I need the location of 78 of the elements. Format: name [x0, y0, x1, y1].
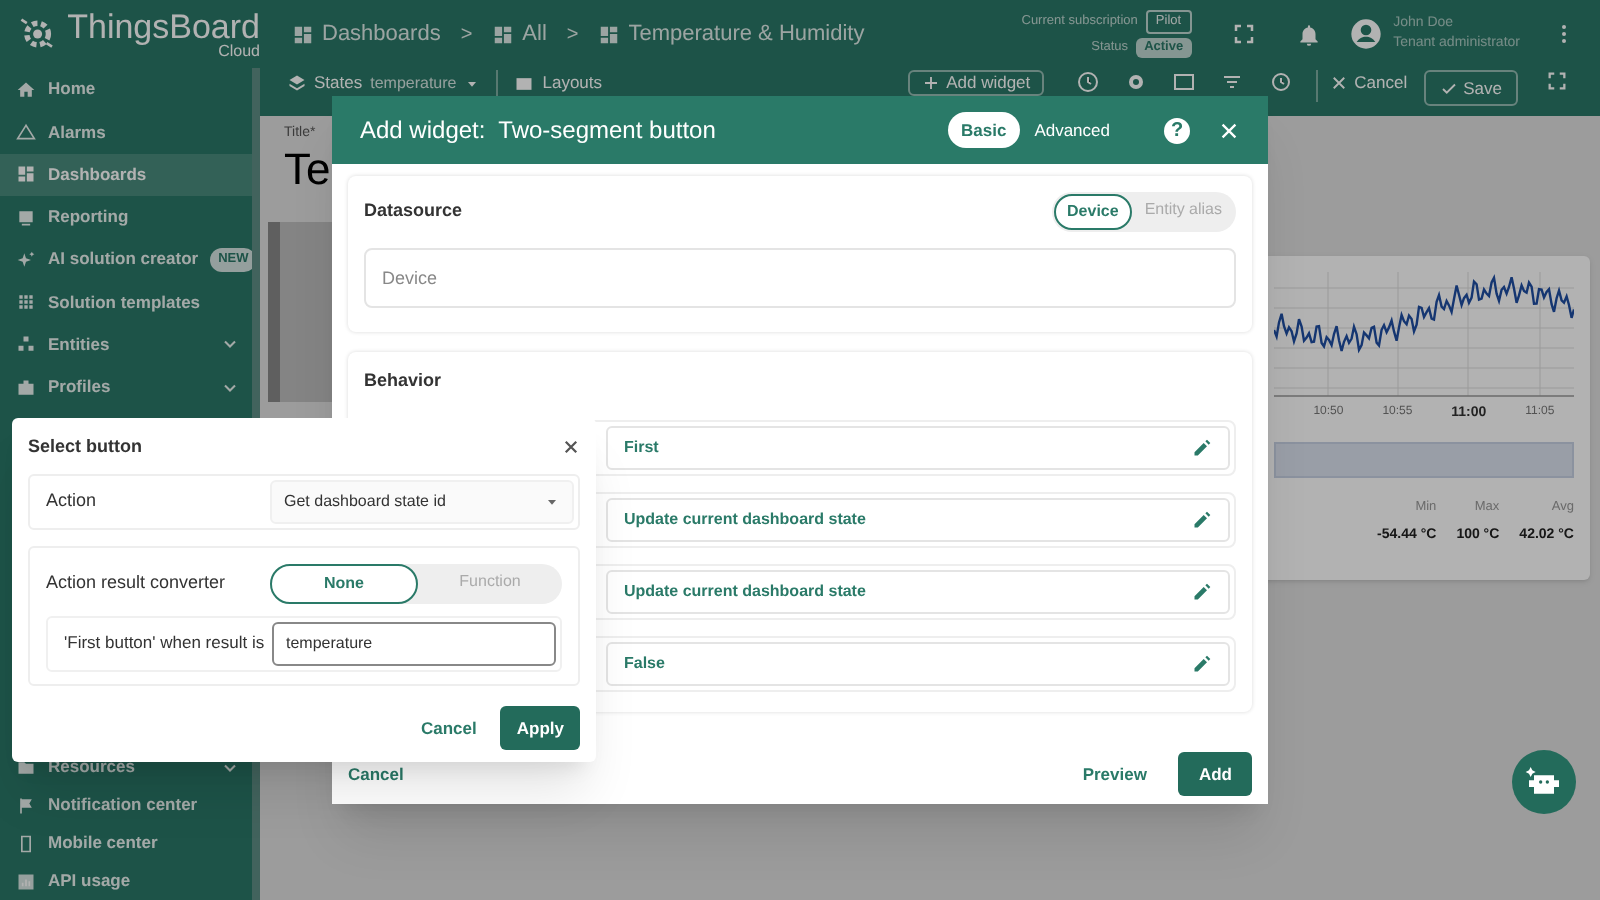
monitor-icon — [16, 207, 36, 228]
grid-icon — [492, 23, 515, 45]
fullscreen-icon[interactable] — [1546, 70, 1568, 92]
popover-title: Select button — [28, 434, 145, 460]
breadcrumb-link[interactable]: All — [492, 17, 547, 51]
image-icon[interactable] — [1172, 70, 1197, 94]
cancel-button[interactable]: Cancel — [421, 715, 477, 741]
help-button[interactable]: ? — [1164, 117, 1190, 143]
grid-icon — [16, 164, 36, 185]
sidebar-item[interactable]: Reporting — [0, 195, 252, 239]
pencil-icon[interactable] — [1192, 509, 1212, 529]
action-value-field[interactable]: First — [606, 425, 1230, 469]
action-value-field[interactable]: False — [606, 641, 1230, 685]
phone-icon — [16, 833, 36, 853]
action-value-field[interactable]: Update current dashboard state — [606, 569, 1230, 613]
grid-icon — [598, 23, 621, 45]
plus-icon — [922, 74, 941, 92]
layouts-button[interactable]: Layouts — [514, 70, 603, 96]
cancel-button[interactable]: Cancel — [1330, 70, 1408, 96]
grid-icon — [292, 23, 314, 45]
sidebar-item[interactable]: API usage — [0, 862, 252, 900]
sidebar-item[interactable]: Solution templates — [0, 280, 252, 324]
section-title: Behavior — [364, 368, 444, 394]
home-icon — [16, 79, 36, 100]
mode-tab[interactable]: Basic — [947, 111, 1021, 149]
sidebar-item[interactable]: Profiles — [0, 366, 252, 409]
action-select[interactable]: Get dashboard state id — [270, 479, 574, 523]
action-label: Action — [46, 487, 99, 514]
toggle-option[interactable]: None — [270, 563, 418, 603]
layout-icon — [514, 73, 535, 93]
check-icon — [1439, 79, 1458, 97]
logo-subtitle: Cloud — [218, 43, 260, 59]
sidebar-item[interactable]: Resources — [0, 748, 252, 786]
layers-icon — [288, 74, 306, 92]
sidebar-item[interactable]: Entities — [0, 323, 252, 367]
result-label: 'First button' when result is — [64, 630, 267, 656]
pencil-icon[interactable] — [1192, 653, 1212, 673]
filter-icon[interactable] — [1220, 70, 1245, 94]
sidebar-item[interactable]: Home — [0, 68, 252, 111]
dashboard-title: Te — [284, 145, 333, 194]
pencil-icon[interactable] — [1192, 437, 1212, 457]
result-field[interactable]: temperature — [272, 621, 556, 665]
section-title: Datasource — [364, 198, 465, 225]
avatar-icon[interactable] — [1349, 18, 1382, 50]
apply-button[interactable]: Apply — [500, 705, 580, 751]
sidebar-item[interactable]: Notification center — [0, 786, 252, 824]
sparkle-icon — [16, 249, 36, 270]
converter-label: Action result converter — [46, 569, 228, 596]
add-button[interactable]: Add — [1178, 751, 1252, 797]
breadcrumb-link[interactable]: Temperature & Humidity — [598, 17, 865, 51]
fullscreen-icon[interactable] — [1231, 22, 1256, 46]
warning-icon — [16, 121, 36, 142]
pencil-icon[interactable] — [1192, 581, 1212, 601]
logo-text: ThingsBoard — [67, 9, 260, 43]
apps-icon — [16, 292, 36, 313]
bell-icon[interactable] — [1295, 21, 1322, 47]
history-icon[interactable] — [1268, 70, 1293, 94]
breadcrumb-link[interactable]: Dashboards — [292, 17, 441, 51]
add-widget-button[interactable]: Add widget — [908, 70, 1045, 96]
flag-icon — [16, 795, 36, 815]
preview-button[interactable]: Preview — [1082, 761, 1147, 787]
action-value-field[interactable]: Update current dashboard state — [606, 497, 1230, 541]
save-button[interactable]: Save — [1423, 70, 1518, 106]
states-selector[interactable]: States temperature — [288, 70, 481, 96]
breadcrumb-separator: > — [566, 21, 579, 49]
breadcrumb-separator: > — [460, 21, 473, 49]
mode-tab[interactable]: Advanced — [1020, 111, 1124, 149]
dialog-title: Add widget: Two-segment button — [360, 114, 718, 148]
cancel-button[interactable]: Cancel — [348, 761, 1051, 787]
sidebar-item[interactable]: Mobile center — [0, 824, 252, 862]
close-icon — [1330, 73, 1349, 92]
close-icon[interactable] — [562, 438, 580, 457]
toggle-option[interactable]: Device — [1053, 194, 1133, 230]
chart-icon — [16, 871, 36, 891]
clock-icon[interactable] — [1076, 70, 1101, 94]
device-field[interactable]: Device — [364, 248, 1236, 308]
sidebar-item[interactable]: Alarms — [0, 110, 252, 154]
nodes-icon — [16, 334, 36, 355]
